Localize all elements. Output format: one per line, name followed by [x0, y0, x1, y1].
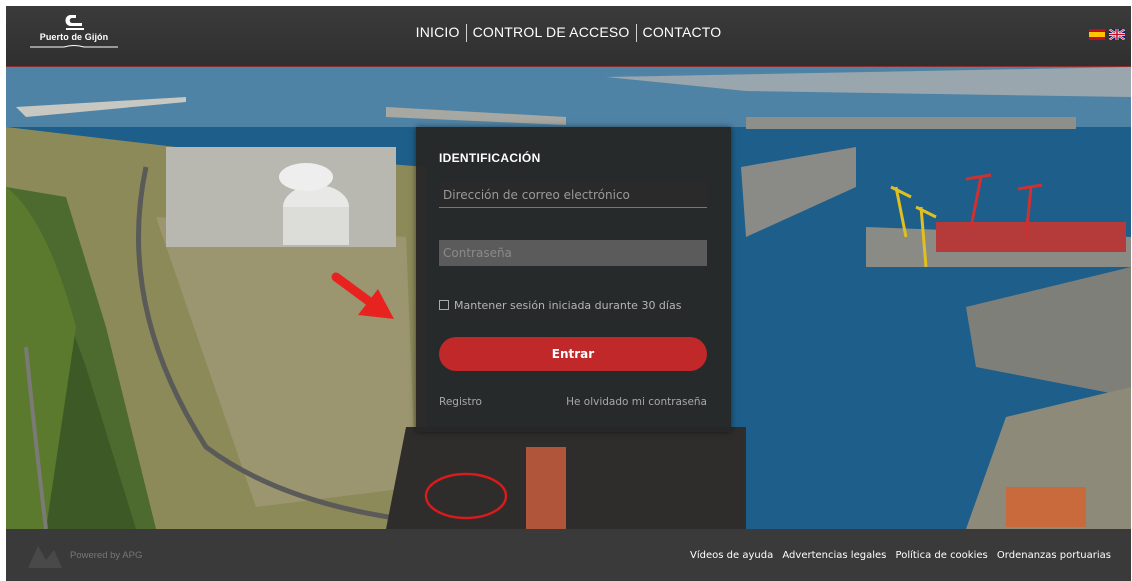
login-panel: IDENTIFICACIÓN Mantener sesión iniciada …: [416, 127, 731, 432]
page: Puerto de Gijón INICIO CONTROL DE ACCESO C…: [6, 6, 1131, 581]
register-link[interactable]: Registro: [439, 396, 482, 408]
footer-links: Vídeos de ayuda Advertencias legales Pol…: [684, 550, 1111, 561]
nav-contacto[interactable]: CONTACTO: [637, 24, 728, 40]
login-title: IDENTIFICACIÓN: [439, 151, 541, 165]
footer-link-politica-cookies[interactable]: Política de cookies: [896, 550, 988, 561]
uk-flag-icon[interactable]: [1109, 29, 1125, 40]
logo-wave-icon: [30, 45, 118, 48]
remember-me-label: Mantener sesión iniciada durante 30 días: [454, 299, 682, 312]
language-switcher: [1085, 29, 1125, 41]
nav-control-de-acceso[interactable]: CONTROL DE ACCESO: [467, 24, 636, 40]
footer-logo-icon: [28, 546, 62, 568]
remember-me-checkbox[interactable]: [439, 300, 449, 310]
spanish-flag-icon[interactable]: [1089, 29, 1105, 40]
top-bar: Puerto de Gijón INICIO CONTROL DE ACCESO C…: [6, 6, 1131, 67]
footer-link-videos-ayuda[interactable]: Vídeos de ayuda: [690, 550, 773, 561]
footer-link-ordenanzas-portuarias[interactable]: Ordenanzas portuarias: [997, 550, 1111, 561]
forgot-password-link[interactable]: He olvidado mi contraseña: [566, 396, 707, 408]
powered-by-text: Powered by APG: [70, 550, 143, 561]
login-submit-button[interactable]: Entrar: [439, 337, 707, 371]
password-field[interactable]: [439, 240, 707, 266]
footer-link-advertencias-legales[interactable]: Advertencias legales: [782, 550, 886, 561]
remember-me-option[interactable]: Mantener sesión iniciada durante 30 días: [439, 299, 681, 312]
main-nav: INICIO CONTROL DE ACCESO CONTACTO: [6, 24, 1131, 43]
nav-inicio[interactable]: INICIO: [410, 24, 466, 40]
footer: Powered by APG Vídeos de ayuda Advertenc…: [6, 530, 1131, 581]
email-field[interactable]: [439, 182, 707, 208]
